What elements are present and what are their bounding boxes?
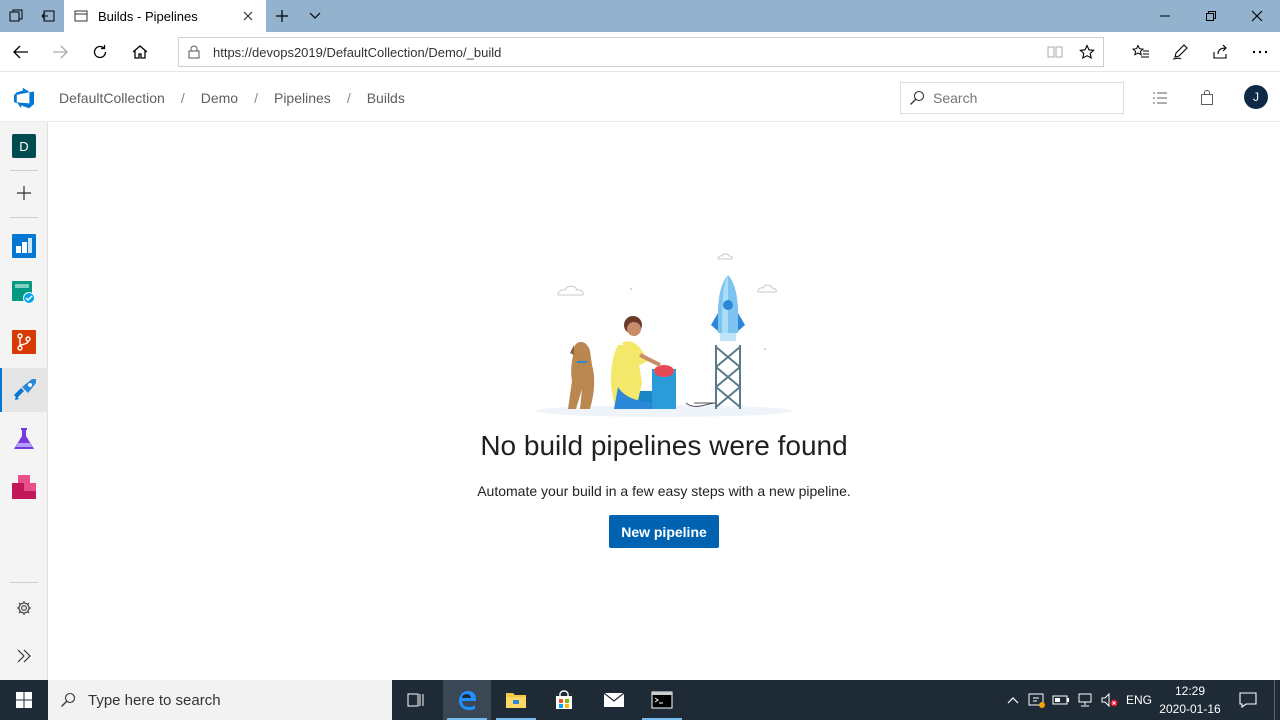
breadcrumb-project[interactable]: Demo [201, 90, 238, 106]
artifacts-icon[interactable] [0, 465, 48, 509]
azure-devops-logo-icon[interactable] [12, 86, 36, 110]
browser-tab-strip: Builds - Pipelines [0, 0, 1280, 32]
taskbar-search-box[interactable]: Type here to search [48, 680, 392, 720]
address-bar[interactable]: https://devops2019/DefaultCollection/Dem… [178, 37, 1104, 67]
file-explorer-icon[interactable] [492, 680, 540, 720]
clock[interactable]: 12:29 2020-01-16 [1156, 682, 1224, 718]
battery-icon[interactable] [1050, 680, 1072, 720]
empty-state-title: No build pipelines were found [480, 430, 848, 461]
empty-state-description: Automate your build in a few easy steps … [477, 483, 851, 499]
avatar[interactable]: J [1244, 85, 1268, 109]
pipelines-icon[interactable] [0, 368, 48, 412]
page-icon [74, 10, 88, 22]
forward-icon[interactable] [46, 38, 74, 66]
active-tab[interactable]: Builds - Pipelines [64, 0, 266, 32]
breadcrumb: DefaultCollection / Demo / Pipelines / B… [59, 73, 405, 122]
volume-muted-icon[interactable] [1098, 680, 1120, 720]
search-icon [901, 90, 933, 106]
test-flask-icon[interactable] [0, 417, 48, 461]
close-tab-icon[interactable] [238, 11, 258, 21]
notification-icon[interactable] [1230, 680, 1266, 720]
breadcrumb-separator: / [346, 89, 351, 106]
breadcrumb-separator: / [180, 89, 185, 106]
set-aside-tabs-icon[interactable] [38, 6, 58, 26]
security-icon[interactable] [1026, 680, 1048, 720]
taskbar: Type here to search ENG 12:29 2020-01-16 [0, 680, 1280, 720]
chevron-down-icon[interactable] [305, 6, 325, 26]
breadcrumb-builds[interactable]: Builds [367, 90, 405, 106]
task-view-icon[interactable] [392, 680, 440, 720]
project-initial: D [12, 134, 36, 158]
search-box[interactable] [900, 82, 1124, 114]
edge-browser-icon[interactable] [443, 680, 491, 720]
expand-chevrons-icon[interactable] [0, 634, 48, 678]
search-input[interactable] [933, 90, 1123, 106]
restore-icon[interactable] [1188, 0, 1234, 32]
home-icon[interactable] [126, 38, 154, 66]
add-icon[interactable] [0, 171, 48, 215]
clock-time: 12:29 [1174, 684, 1206, 698]
more-options-icon[interactable] [1246, 38, 1274, 66]
reading-view-icon[interactable] [1039, 38, 1071, 66]
refresh-icon[interactable] [86, 38, 114, 66]
new-pipeline-button[interactable]: New pipeline [609, 515, 719, 548]
share-icon[interactable] [1206, 38, 1234, 66]
tab-actions-icon[interactable] [6, 6, 26, 26]
minimize-icon[interactable] [1142, 0, 1188, 32]
left-nav-rail: D [0, 122, 48, 680]
tab-title: Builds - Pipelines [98, 8, 198, 24]
app-header: DefaultCollection / Demo / Pipelines / B… [0, 73, 1280, 122]
search-icon [48, 692, 88, 708]
browser-nav-bar: https://devops2019/DefaultCollection/Dem… [0, 32, 1280, 72]
taskbar-search-placeholder: Type here to search [88, 691, 221, 709]
breadcrumb-separator: / [254, 89, 258, 106]
close-window-icon[interactable] [1234, 0, 1280, 32]
url-text[interactable]: https://devops2019/DefaultCollection/Dem… [213, 45, 1039, 60]
lock-icon[interactable] [179, 45, 209, 59]
show-desktop-button[interactable] [1274, 680, 1280, 720]
mail-icon[interactable] [590, 680, 638, 720]
network-icon[interactable] [1074, 680, 1096, 720]
main-content: No build pipelines were found Automate y… [48, 122, 1280, 680]
boards-icon[interactable] [0, 224, 48, 268]
favorites-icon[interactable] [1127, 38, 1155, 66]
favorite-star-icon[interactable] [1071, 38, 1103, 66]
breadcrumb-collection[interactable]: DefaultCollection [59, 90, 165, 106]
new-tab-icon[interactable] [272, 6, 292, 26]
terminal-icon[interactable] [638, 680, 686, 720]
test-plans-icon[interactable] [0, 271, 48, 315]
repos-icon[interactable] [0, 320, 48, 364]
gear-icon[interactable] [0, 586, 48, 630]
list-icon[interactable] [1147, 85, 1173, 111]
breadcrumb-pipelines[interactable]: Pipelines [274, 90, 331, 106]
language-indicator[interactable]: ENG [1126, 680, 1152, 720]
clock-date: 2020-01-16 [1159, 702, 1221, 716]
back-icon[interactable] [7, 38, 35, 66]
marketplace-bag-icon[interactable] [1194, 85, 1220, 111]
rail-divider [10, 582, 38, 583]
pen-icon[interactable] [1166, 38, 1194, 66]
project-badge-button[interactable]: D [0, 124, 48, 168]
empty-state-illustration [536, 253, 792, 417]
windows-start-icon[interactable] [0, 680, 48, 720]
store-icon[interactable] [540, 680, 588, 720]
rail-divider [10, 217, 38, 218]
chevron-up-icon[interactable] [1003, 680, 1023, 720]
